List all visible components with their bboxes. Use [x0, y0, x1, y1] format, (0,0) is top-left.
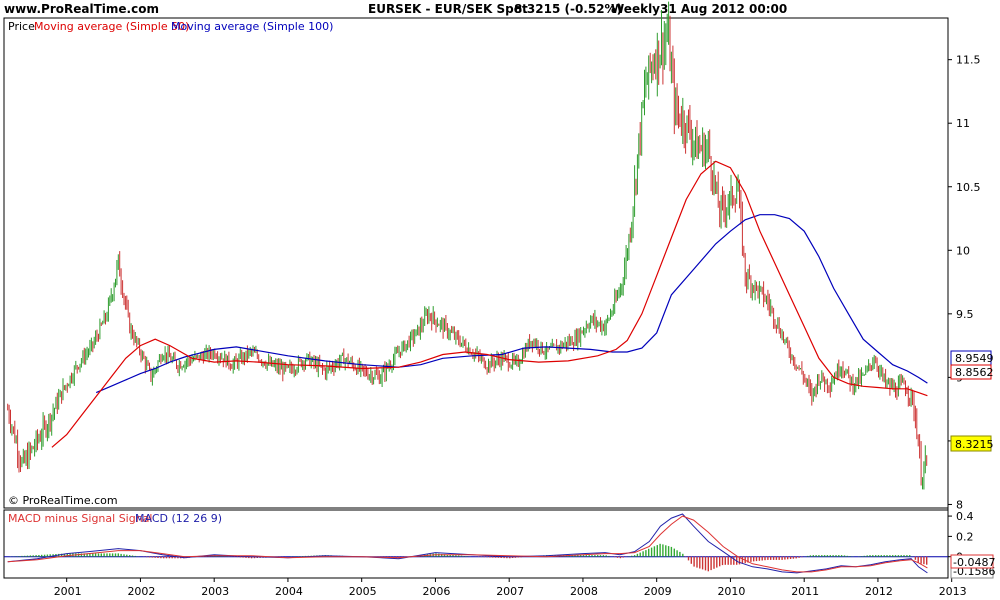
x-tick-label: 2006	[422, 585, 450, 598]
badge-ma100-text: 8.9549	[955, 352, 994, 365]
x-tick-label: 2010	[717, 585, 745, 598]
main-panel-frame	[3, 17, 949, 509]
x-tick-label: 2001	[54, 585, 82, 598]
badge-ma50-text: 8.8562	[955, 366, 994, 379]
legend-ma100: Moving average (Simple 100)	[171, 20, 333, 33]
x-tick-label: 2005	[349, 585, 377, 598]
x-axis-ticks: 2001 2002 2003 2004 2005 2006 2007 2008 2009 2010…	[54, 578, 967, 598]
price-chart[interactable]: 88.599.51010.51111.50.40.20 200120022003…	[0, 0, 1000, 600]
watermark: © ProRealTime.com	[8, 494, 118, 507]
legend-ma50: Moving average (Simple 50)	[34, 20, 189, 33]
legend-macd-hist: MACD minus Signal Signal	[8, 512, 153, 525]
x-tick-label: 2008	[570, 585, 598, 598]
x-tick-label: 2013	[939, 585, 967, 598]
badge-ma50: 8.8562	[950, 364, 994, 380]
x-tick-label: 2012	[865, 585, 893, 598]
x-tick-label: 2007	[496, 585, 524, 598]
y-tick-label: 11.5	[956, 54, 981, 67]
badge-price-text: 8.3215	[955, 438, 994, 451]
y-axis-ticks: 88.599.51010.51111.50.40.20	[948, 54, 981, 564]
y-tick-label: 10.5	[956, 181, 981, 194]
badge-price: 8.3215	[950, 435, 994, 452]
badge-ma100: 8.9549	[950, 350, 994, 366]
badge-macd-text: -0.0487	[953, 556, 995, 569]
legend-price: Price	[8, 20, 35, 33]
x-tick-label: 2002	[127, 585, 155, 598]
x-tick-label: 2009	[644, 585, 672, 598]
y-tick-label: 9.5	[956, 308, 974, 321]
y-tick-label: 11	[956, 117, 970, 130]
x-tick-label: 2004	[275, 585, 303, 598]
y-tick-label: 10	[956, 244, 970, 257]
macd-y-tick-label: 0.4	[956, 510, 974, 523]
macd-y-tick-label: 0.2	[956, 530, 974, 543]
legend-macd: MACD (12 26 9)	[135, 512, 222, 525]
badge-macd: -0.1586 -0.0487	[950, 554, 995, 579]
x-tick-label: 2011	[791, 585, 819, 598]
x-tick-label: 2003	[201, 585, 229, 598]
